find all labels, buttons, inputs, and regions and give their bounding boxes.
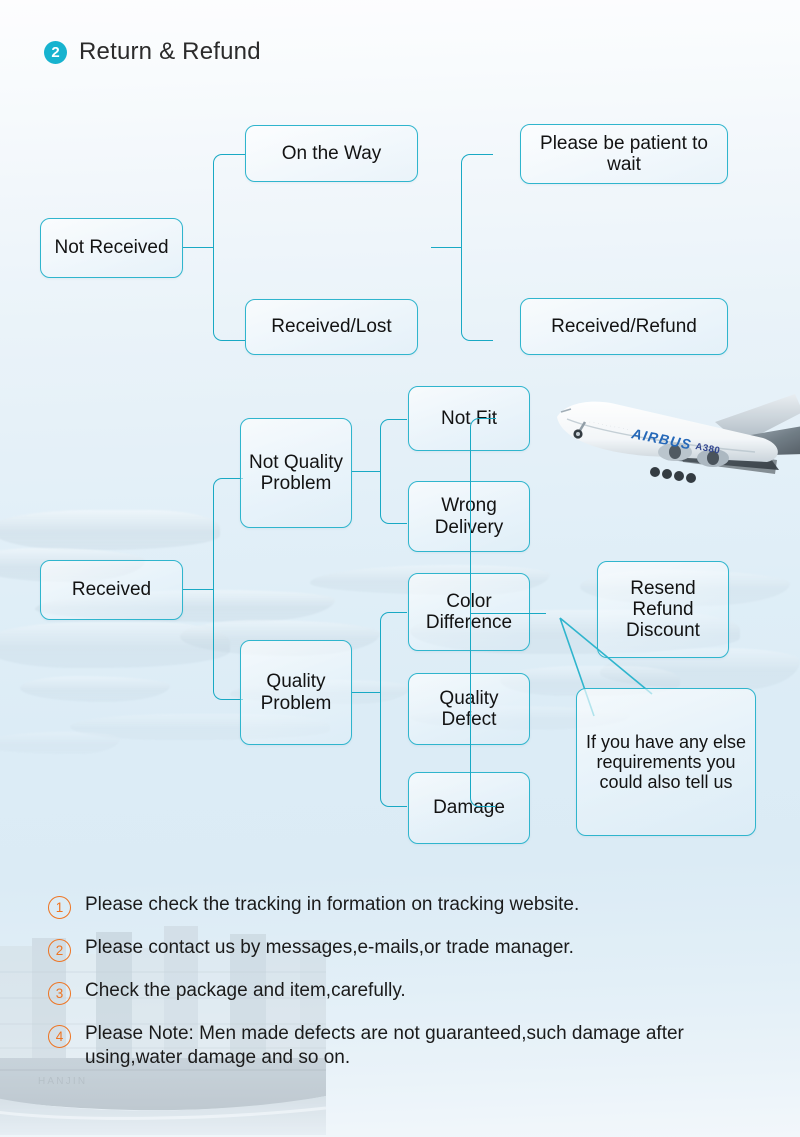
node-resend-refund-discount[interactable]: Resend Refund Discount (597, 561, 729, 658)
note-text: Please Note: Men made defects are not gu… (85, 1023, 684, 1069)
note-text: Check the package and item,carefully. (85, 980, 406, 1001)
node-received-refund[interactable]: Received/Refund (520, 298, 728, 355)
node-quality-problem[interactable]: Quality Problem (240, 640, 352, 745)
airbus-a380-photo-icon: AIRBUS A380 · · · · · · · · · · (527, 382, 800, 494)
svg-text:AIRBUS: AIRBUS (629, 425, 693, 453)
list-item: 4 Please Note: Men made defects are not … (48, 1022, 760, 1071)
node-quality-defect[interactable]: Quality Defect (408, 673, 530, 745)
note-number-badge: 3 (48, 982, 71, 1005)
node-wrong-delivery[interactable]: Wrong Delivery (408, 481, 530, 552)
node-received[interactable]: Received (40, 560, 183, 620)
notes-list: 1 Please check the tracking in formation… (48, 893, 760, 1088)
note-number-badge: 4 (48, 1025, 71, 1048)
node-please-be-patient[interactable]: Please be patient to wait (520, 124, 728, 184)
node-damage[interactable]: Damage (408, 772, 530, 844)
list-item: 1 Please check the tracking in formation… (48, 893, 760, 919)
connector-received-stem (183, 589, 213, 590)
svg-text:A380: A380 (694, 441, 721, 457)
note-number-badge: 2 (48, 939, 71, 962)
node-received-lost[interactable]: Received/Lost (245, 299, 418, 355)
node-not-quality-problem[interactable]: Not Quality Problem (240, 418, 352, 528)
list-item: 2 Please contact us by messages,e-mails,… (48, 936, 760, 962)
note-text: Please contact us by messages,e-mails,or… (85, 937, 574, 958)
node-not-fit[interactable]: Not Fit (408, 386, 530, 451)
node-callout-additional-requirements[interactable]: If you have any else requirements you co… (576, 688, 756, 836)
section-number-badge: 2 (44, 40, 67, 64)
connector-not-quality-stem (352, 471, 380, 472)
note-text: Please check the tracking in formation o… (85, 894, 580, 915)
note-number-badge: 1 (48, 896, 71, 919)
connector-not-received-outcome-bracket (461, 154, 493, 341)
node-color-difference[interactable]: Color Difference (408, 573, 530, 651)
list-item: 3 Check the package and item,carefully. (48, 979, 760, 1005)
page-title: Return & Refund (79, 38, 261, 65)
connector-not-quality-bracket (380, 419, 407, 524)
connector-received-bracket (213, 478, 243, 700)
section-header: 2 Return & Refund (44, 38, 261, 66)
node-on-the-way[interactable]: On the Way (245, 125, 418, 182)
node-not-received[interactable]: Not Received (40, 218, 183, 278)
connector-not-received-stem (183, 247, 213, 248)
return-refund-infographic: AIRBUS A380 · · · · · · · · · · HANJIN 2… (0, 0, 800, 1137)
connector-quality-bracket (380, 612, 407, 807)
connector-not-received-bracket (213, 154, 245, 341)
svg-text:· · · · · · · · · ·: · · · · · · · · · · (589, 419, 630, 432)
connector-not-received-outcome-stem (431, 247, 461, 248)
connector-quality-stem (352, 692, 380, 693)
